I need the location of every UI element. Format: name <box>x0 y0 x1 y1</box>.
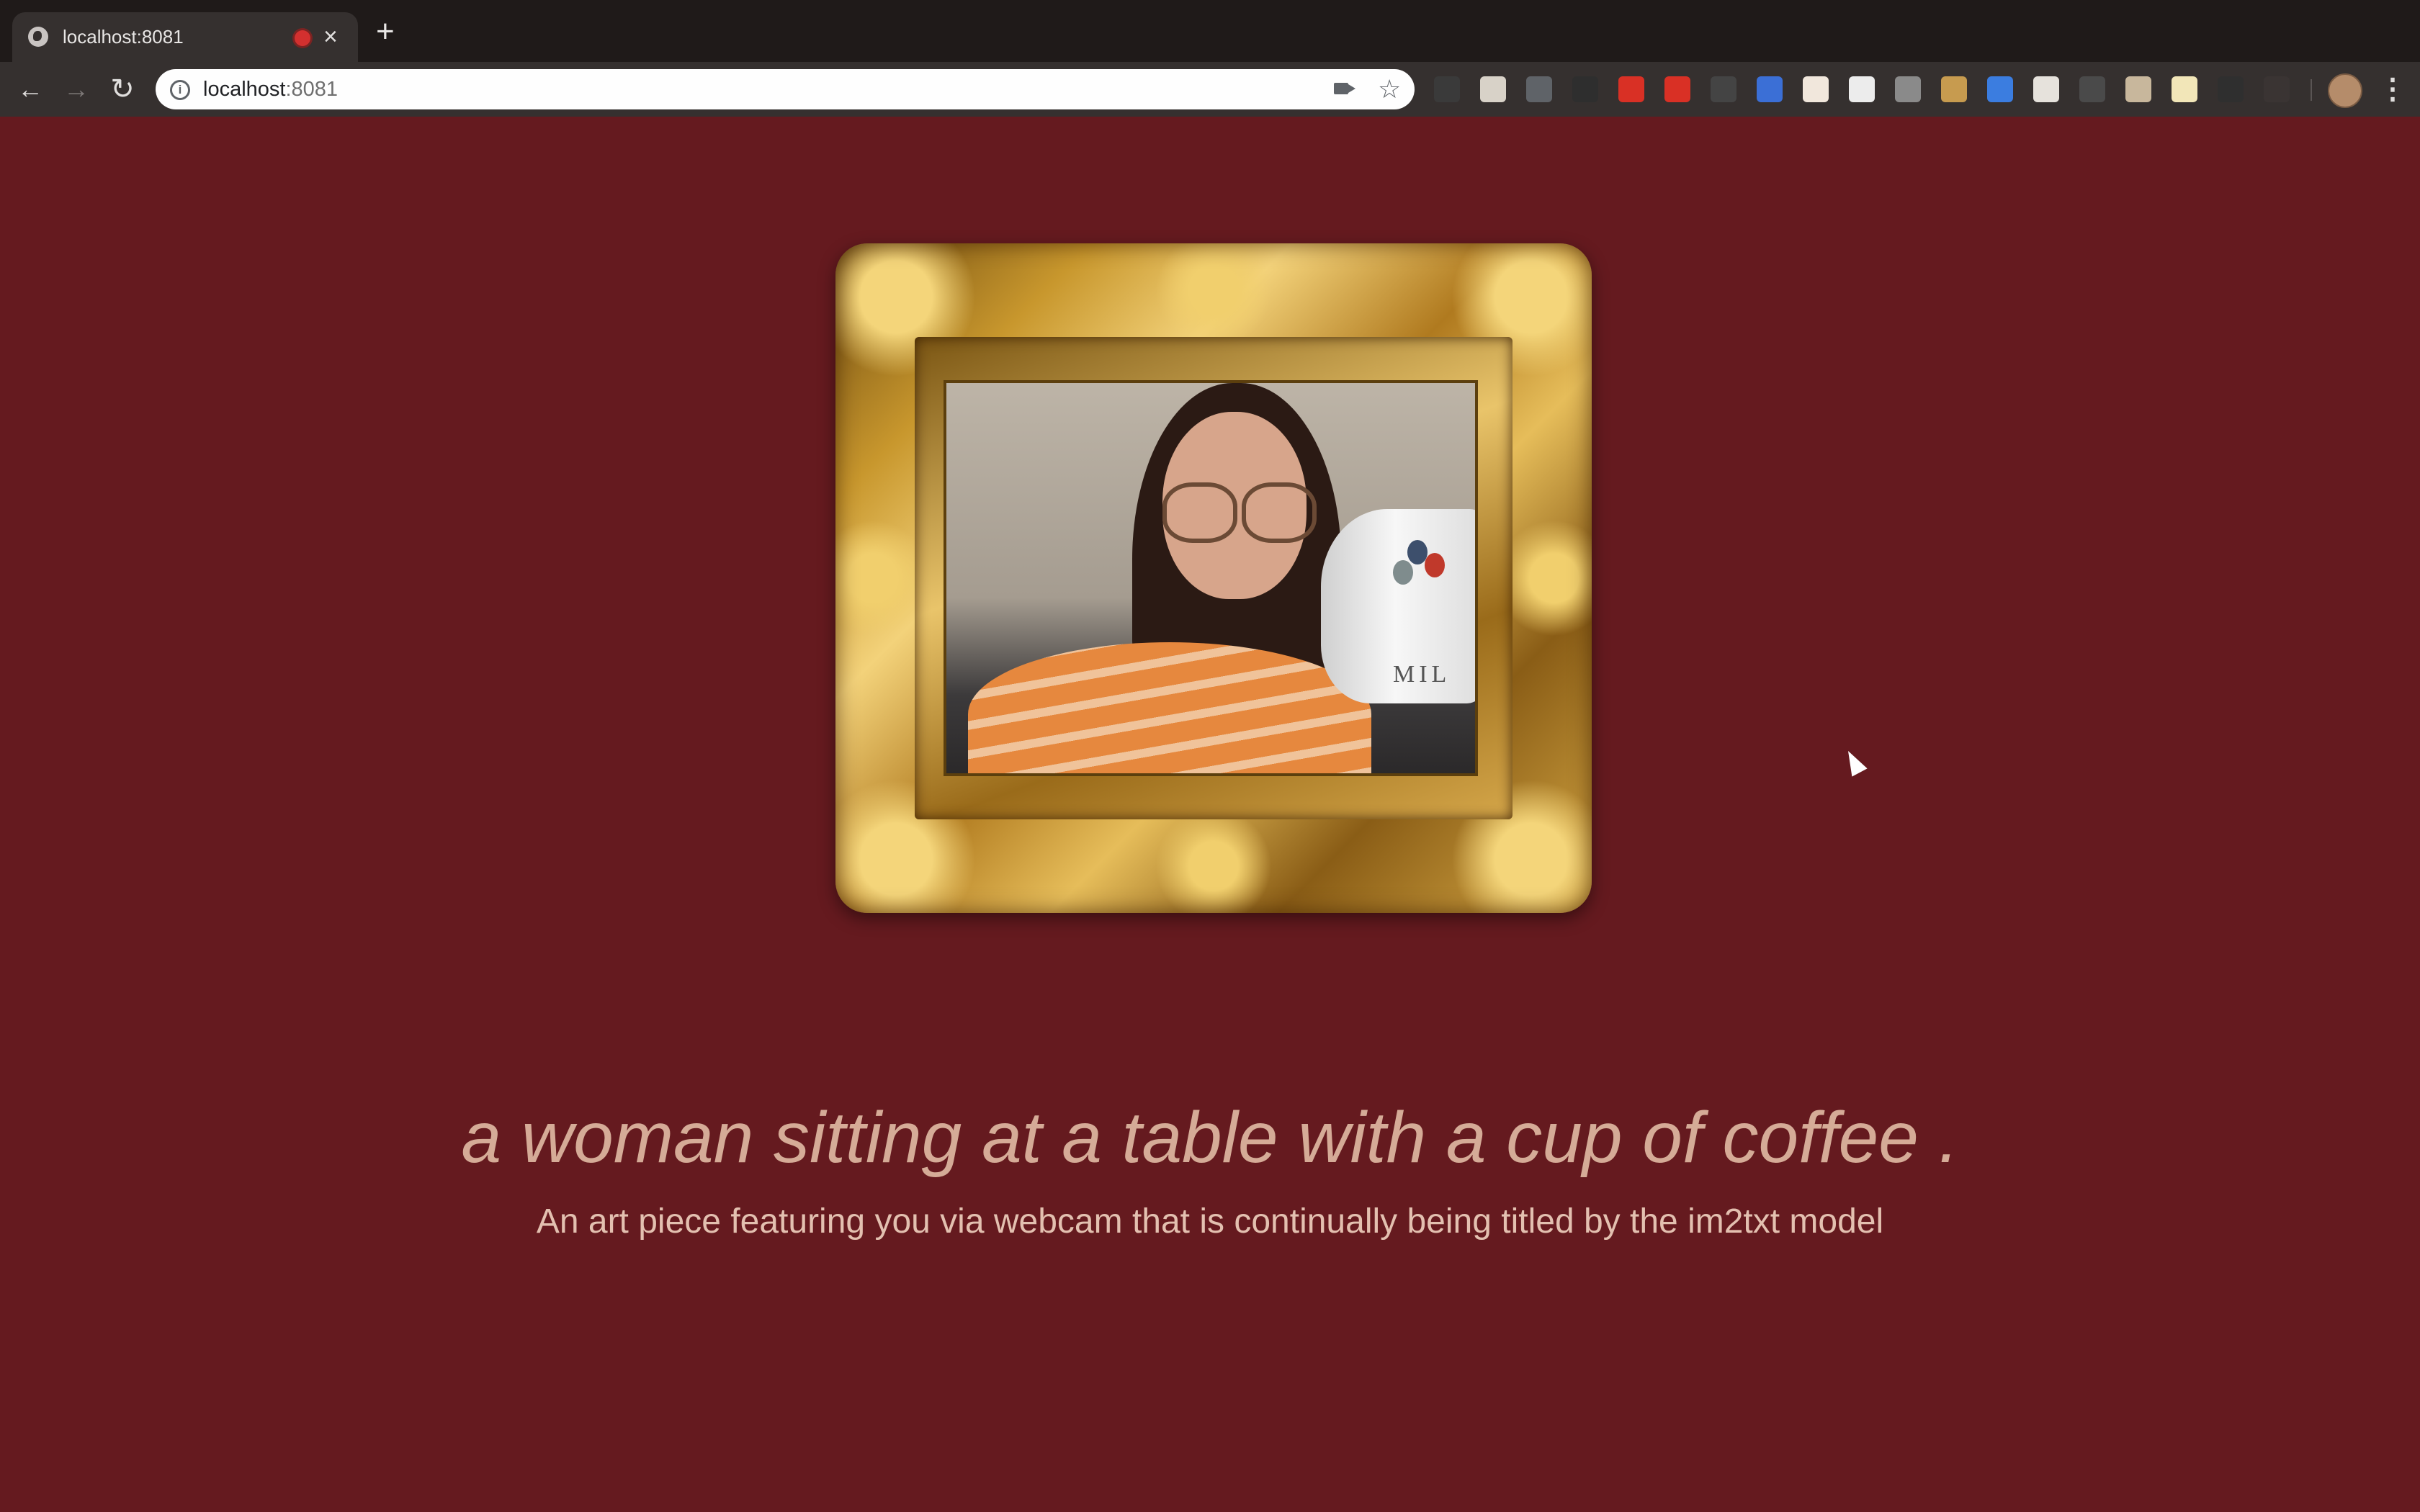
tab-title: localhost:8081 <box>63 26 184 48</box>
ext-cors-icon[interactable] <box>1664 76 1690 102</box>
ext-notebook-icon[interactable] <box>1941 76 1967 102</box>
ext-laptop-icon[interactable] <box>1895 76 1921 102</box>
globe-icon <box>28 27 48 47</box>
tab-strip: localhost:8081 × + <box>0 0 2420 62</box>
mug-text: MIL <box>1393 661 1451 688</box>
ext-hand-icon[interactable] <box>1618 76 1644 102</box>
address-bar[interactable]: i localhost:8081 ☆ <box>156 69 1415 109</box>
ext-grid-icon[interactable] <box>2079 76 2105 102</box>
ext-compass-icon[interactable] <box>1987 76 2013 102</box>
ext-dim-icon[interactable] <box>2264 76 2290 102</box>
back-arrow-icon[interactable]: ← <box>13 72 48 107</box>
toolbar-divider <box>2311 79 2312 101</box>
generated-caption: a woman sitting at a table with a cup of… <box>461 1097 1959 1178</box>
reload-icon[interactable]: ↻ <box>105 72 140 107</box>
recording-indicator-icon <box>295 30 310 46</box>
ext-octo-icon[interactable] <box>1711 76 1736 102</box>
kebab-menu-icon[interactable]: ⋮ <box>2378 71 2407 108</box>
forward-arrow-icon[interactable]: → <box>59 72 94 107</box>
ext-note-icon[interactable] <box>2172 76 2197 102</box>
new-tab-button[interactable]: + <box>376 16 395 48</box>
ext-ghost-icon[interactable] <box>1849 76 1875 102</box>
mug-balloon-grey <box>1393 560 1413 585</box>
close-tab-icon[interactable]: × <box>323 22 338 51</box>
ext-flask-icon[interactable] <box>1572 76 1598 102</box>
ext-shield-icon[interactable] <box>1757 76 1783 102</box>
ext-star-badge-icon[interactable] <box>2125 76 2151 102</box>
profile-avatar[interactable] <box>2328 73 2362 108</box>
browser-tab[interactable]: localhost:8081 × <box>12 12 358 62</box>
ext-dark-mode-icon[interactable] <box>1434 76 1460 102</box>
page-description: An art piece featuring you via webcam th… <box>536 1202 1884 1241</box>
mug-balloon-red <box>1425 553 1445 577</box>
bookmark-star-icon[interactable]: ☆ <box>1378 73 1401 105</box>
ext-scissors-icon[interactable] <box>1526 76 1552 102</box>
browser-toolbar: ← → ↻ i localhost:8081 ☆ ⋮ <box>0 62 2420 117</box>
webcam-subject-glasses-right <box>1242 482 1317 543</box>
ext-clipboard-icon[interactable] <box>2033 76 2059 102</box>
camera-icon[interactable] <box>1334 83 1348 94</box>
webcam-video: MIL <box>946 383 1475 773</box>
url-host: localhost <box>203 78 286 101</box>
webcam-subject-glasses-left <box>1162 482 1237 543</box>
mouse-cursor <box>1840 747 1868 777</box>
ext-glasses-icon[interactable] <box>2218 76 2244 102</box>
ext-document-icon[interactable] <box>1480 76 1506 102</box>
url-port: :8081 <box>285 78 339 101</box>
url-text: localhost:8081 <box>203 78 338 101</box>
info-icon[interactable]: i <box>170 80 190 100</box>
ext-ticket-icon[interactable] <box>1803 76 1829 102</box>
